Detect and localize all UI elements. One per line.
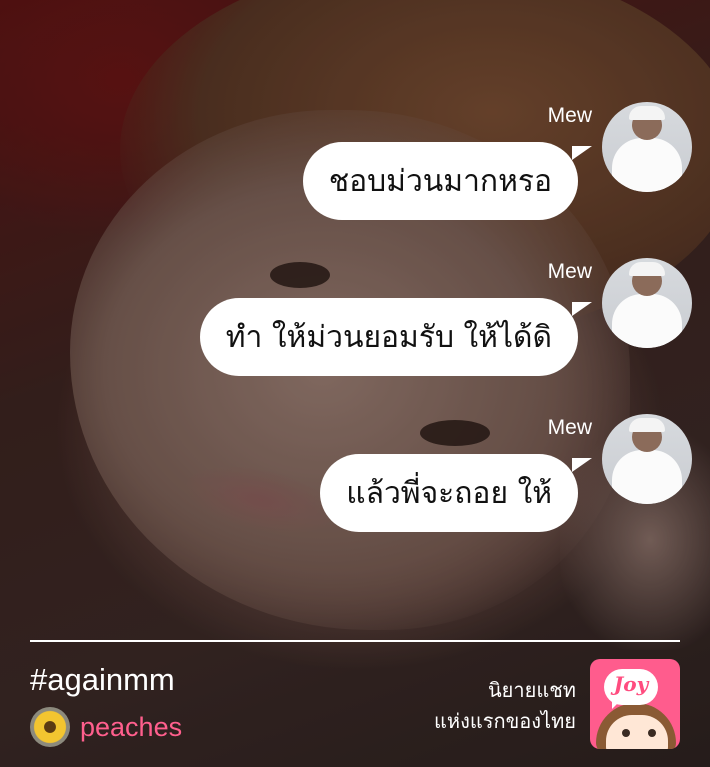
promo-line: นิยายแชท (488, 678, 576, 702)
footer-divider (30, 640, 680, 642)
promo-line: แห่งแรกของไทย (434, 709, 576, 733)
app-icon-face (606, 715, 668, 749)
sunflower-icon[interactable] (30, 707, 70, 747)
bubble-tail (572, 458, 592, 472)
promo-text: นิยายแชท แห่งแรกของไทย (434, 675, 576, 737)
app-icon-badge-tail (612, 699, 622, 709)
profile-photo-icon[interactable] (602, 258, 692, 348)
background-photo (0, 0, 710, 767)
sender-name: Mew (547, 416, 592, 439)
profile-photo-icon[interactable] (602, 414, 692, 504)
app-icon-eye (648, 729, 656, 737)
joy-app-icon[interactable]: Joy (590, 659, 680, 749)
message-bubble: ชอบม่วนมากหรอ (302, 142, 578, 220)
message-bubble: ทำ ให้ม่วนยอมรับ ให้ได้ดิ (199, 298, 578, 376)
sender-name: Mew (547, 260, 592, 283)
bubble-tail (572, 302, 592, 316)
profile-photo-icon[interactable] (602, 102, 692, 192)
app-icon-eye (622, 729, 630, 737)
username-link[interactable]: peaches (80, 712, 182, 743)
bubble-tail (572, 146, 592, 160)
hashtag-label[interactable]: #againmm (30, 662, 175, 698)
app-brand-label: Joy (613, 672, 649, 696)
background-shade (0, 0, 710, 767)
sender-name: Mew (547, 104, 592, 127)
message-bubble: แล้วพี่จะถอย ให้ (320, 454, 578, 532)
